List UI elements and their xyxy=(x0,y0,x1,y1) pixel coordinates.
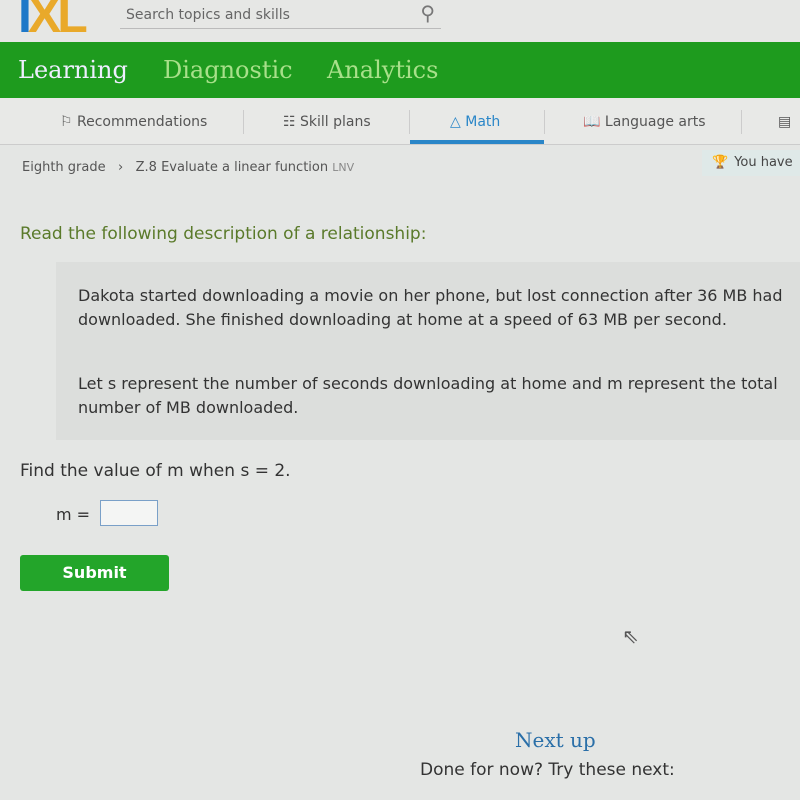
question-prompt: Read the following description of a rela… xyxy=(20,224,427,244)
nav-learning[interactable]: Learning xyxy=(18,56,128,84)
award-text: You have xyxy=(734,155,793,170)
clipboard-icon[interactable]: ▤ xyxy=(778,114,791,130)
question-text: Find the value of m when s = 2. xyxy=(20,461,291,481)
tab-math[interactable]: △ Math xyxy=(450,114,500,130)
nav-analytics[interactable]: Analytics xyxy=(327,56,438,84)
breadcrumb-grade[interactable]: Eighth grade xyxy=(22,160,106,175)
divider xyxy=(741,110,742,134)
tab-label: Recommendations xyxy=(77,114,208,130)
next-up-heading: Next up xyxy=(515,728,596,752)
tab-label: Math xyxy=(465,114,501,130)
search-input[interactable]: Search topics and skills ⚲ xyxy=(120,2,441,29)
trophy-icon: 🏆 xyxy=(712,155,729,170)
divider xyxy=(243,110,244,134)
search-icon[interactable]: ⚲ xyxy=(420,2,435,24)
next-up-subtitle: Done for now? Try these next: xyxy=(420,760,675,780)
tab-label: Skill plans xyxy=(300,114,371,130)
mouse-cursor-icon: ⇖ xyxy=(622,624,639,648)
description-box: Dakota started downloading a movie on he… xyxy=(56,262,800,440)
answer-label: m = xyxy=(56,505,91,524)
nav-diagnostic[interactable]: Diagnostic xyxy=(163,56,293,84)
search-placeholder: Search topics and skills xyxy=(126,7,290,23)
answer-input[interactable] xyxy=(100,500,158,526)
tab-skill-plans[interactable]: ☷ Skill plans xyxy=(283,114,371,130)
top-bar: IXL Search topics and skills ⚲ xyxy=(0,0,800,44)
checklist-icon: ☷ xyxy=(283,114,296,130)
active-tab-indicator xyxy=(410,140,544,144)
book-icon: 📖 xyxy=(583,114,601,130)
tab-recommendations[interactable]: ⚐ Recommendations xyxy=(60,114,207,130)
subject-nav: ⚐ Recommendations ☷ Skill plans △ Math 📖… xyxy=(0,98,800,145)
award-banner[interactable]: 🏆 You have xyxy=(702,150,800,176)
skill-code: LNV xyxy=(332,161,355,174)
pyramid-icon: △ xyxy=(450,114,461,130)
submit-button[interactable]: Submit xyxy=(20,555,169,591)
ixl-logo[interactable]: IXL xyxy=(18,0,88,44)
signpost-icon: ⚐ xyxy=(60,114,73,130)
tab-label: Language arts xyxy=(604,114,706,130)
description-paragraph: Dakota started downloading a movie on he… xyxy=(78,286,783,329)
breadcrumb-skill: Z.8 Evaluate a linear function xyxy=(135,160,329,175)
chevron-right-icon: › xyxy=(118,160,124,175)
divider xyxy=(409,110,410,134)
tab-language-arts[interactable]: 📖 Language arts xyxy=(583,114,706,130)
main-nav: Learning Diagnostic Analytics xyxy=(0,42,800,98)
divider xyxy=(544,110,545,134)
variable-definition: Let s represent the number of seconds do… xyxy=(78,374,778,417)
breadcrumb: Eighth grade › Z.8 Evaluate a linear fun… xyxy=(22,160,354,175)
